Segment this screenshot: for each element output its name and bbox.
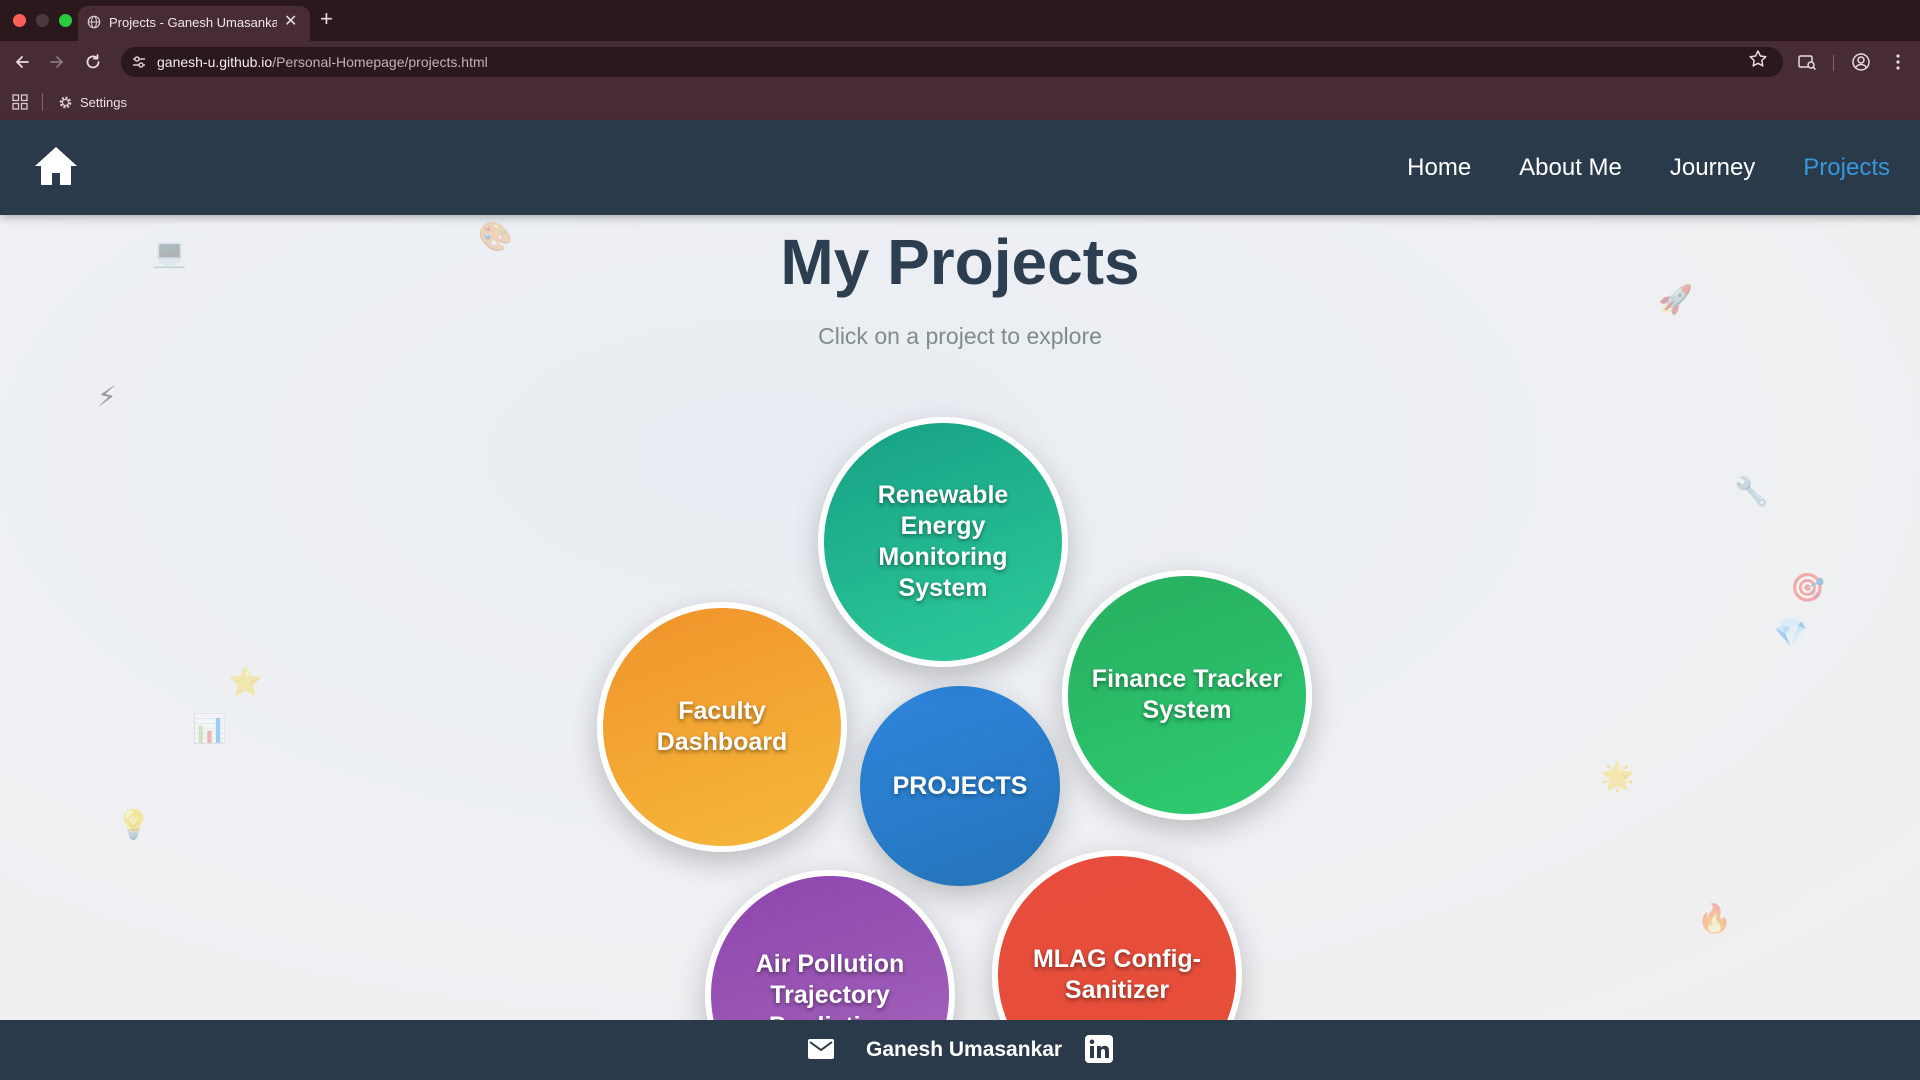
project-label: MLAG Config-Sanitizer (1032, 945, 1201, 1004)
page-title: My Projects (780, 226, 1140, 298)
bookmarks-divider (42, 93, 43, 111)
window-maximize-button[interactable] (59, 14, 72, 27)
nav-link-home[interactable]: Home (1407, 154, 1471, 182)
projects-hub[interactable]: PROJECTS (860, 686, 1060, 886)
page-subtitle: Click on a project to explore (818, 323, 1102, 349)
browser-tab-bar: Projects - Ganesh Umasankar ✕ + (0, 0, 1920, 41)
project-label: Faculty Dashboard (656, 697, 788, 756)
toolbar-divider (1833, 55, 1834, 71)
close-tab-icon[interactable]: ✕ (284, 13, 297, 31)
browser-tab[interactable]: Projects - Ganesh Umasankar ✕ (78, 6, 310, 41)
lightning-emoji-decoration: ⚡ (97, 380, 117, 413)
bookmark-star-icon[interactable] (1747, 48, 1769, 70)
window-minimize-button[interactable] (36, 14, 49, 27)
bookmark-settings[interactable]: Settings (58, 92, 127, 112)
project-mlag-config[interactable]: MLAG Config-Sanitizer (992, 850, 1242, 1020)
linkedin-icon[interactable] (1085, 1035, 1113, 1063)
bookmark-settings-label: Settings (80, 94, 127, 110)
globe-icon (87, 15, 101, 29)
nav-link-projects[interactable]: Projects (1803, 154, 1890, 182)
project-air-pollution[interactable]: Air Pollution Trajectory Prediction (705, 870, 955, 1020)
url-host: ganesh-u.github.io (157, 54, 273, 70)
star-emoji-decoration: ⭐ (228, 665, 263, 698)
reload-icon[interactable] (83, 52, 103, 72)
footer-name: Ganesh Umasankar (866, 1038, 1063, 1061)
nav-link-about[interactable]: About Me (1519, 154, 1622, 182)
url-path: /Personal-Homepage/projects.html (272, 54, 488, 70)
forward-arrow-icon[interactable] (47, 52, 67, 72)
home-icon[interactable] (33, 145, 79, 187)
project-renewable-energy[interactable]: Renewable Energy Monitoring System (818, 417, 1068, 667)
site-settings-icon[interactable] (130, 53, 148, 71)
profile-icon[interactable] (1851, 52, 1871, 72)
address-bar[interactable]: ganesh-u.github.io/Personal-Homepage/pro… (121, 47, 1783, 77)
mail-icon[interactable] (808, 1039, 834, 1059)
project-faculty-dashboard[interactable]: Faculty Dashboard (597, 602, 847, 852)
fire-emoji-decoration: 🔥 (1697, 902, 1732, 935)
more-menu-icon[interactable] (1888, 52, 1908, 72)
window-close-button[interactable] (13, 14, 26, 27)
projects-page: My Projects Click on a project to explor… (0, 215, 1920, 1020)
tab-search-icon[interactable] (1797, 52, 1817, 72)
browser-toolbar: ganesh-u.github.io/Personal-Homepage/pro… (0, 41, 1920, 83)
palette-emoji-decoration: 🎨 (478, 220, 513, 253)
nav-link-journey[interactable]: Journey (1670, 154, 1755, 182)
lightbulb-emoji-decoration: 💡 (116, 808, 151, 841)
back-arrow-icon[interactable] (12, 52, 32, 72)
url-text: ganesh-u.github.io/Personal-Homepage/pro… (157, 54, 488, 70)
projects-hub-label: PROJECTS (892, 771, 1028, 800)
site-footer: Ganesh Umasankar (0, 1020, 1920, 1080)
bookmarks-bar: Settings (0, 83, 1920, 120)
nav-links: Home About Me Journey Projects (1407, 154, 1890, 182)
apps-grid-icon[interactable] (12, 94, 28, 110)
project-label: Finance Tracker System (1091, 665, 1283, 724)
site-navbar: Home About Me Journey Projects (0, 120, 1920, 215)
rocket-emoji-decoration: 🚀 (1658, 283, 1693, 316)
project-label: Renewable Energy Monitoring System (877, 481, 1009, 602)
tab-title: Projects - Ganesh Umasankar (109, 15, 277, 30)
project-label: Air Pollution Trajectory Prediction (755, 949, 905, 1021)
project-finance-tracker[interactable]: Finance Tracker System (1062, 570, 1312, 820)
wrench-emoji-decoration: 🔧 (1734, 475, 1769, 508)
gem-emoji-decoration: 💎 (1773, 616, 1808, 649)
new-tab-icon[interactable]: + (320, 8, 333, 30)
bar-chart-emoji-decoration: 📊 (192, 712, 227, 745)
sparkle-star-emoji-decoration: 🌟 (1600, 760, 1635, 793)
laptop-emoji-decoration: 💻 (152, 236, 187, 269)
target-emoji-decoration: 🎯 (1790, 571, 1825, 604)
gear-icon (59, 96, 72, 108)
